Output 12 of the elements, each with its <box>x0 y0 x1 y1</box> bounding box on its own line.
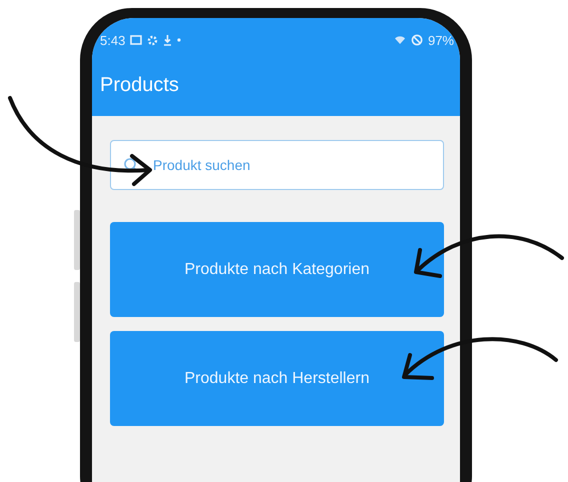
settings-icon <box>147 34 158 46</box>
app-title: Products <box>100 74 180 97</box>
image-icon <box>130 35 142 45</box>
category-button[interactable]: Produkte nach Kategorien <box>110 222 444 317</box>
category-button[interactable]: Produkte nach Herstellern <box>110 331 444 426</box>
download-icon <box>163 34 172 46</box>
search-field[interactable]: Produkt suchen <box>110 140 444 190</box>
status-time: 5:43 <box>100 32 126 48</box>
blocked-icon <box>410 34 423 46</box>
dot-icon <box>177 38 182 42</box>
battery-percent: 97% <box>428 32 454 48</box>
wifi-icon <box>394 35 406 45</box>
